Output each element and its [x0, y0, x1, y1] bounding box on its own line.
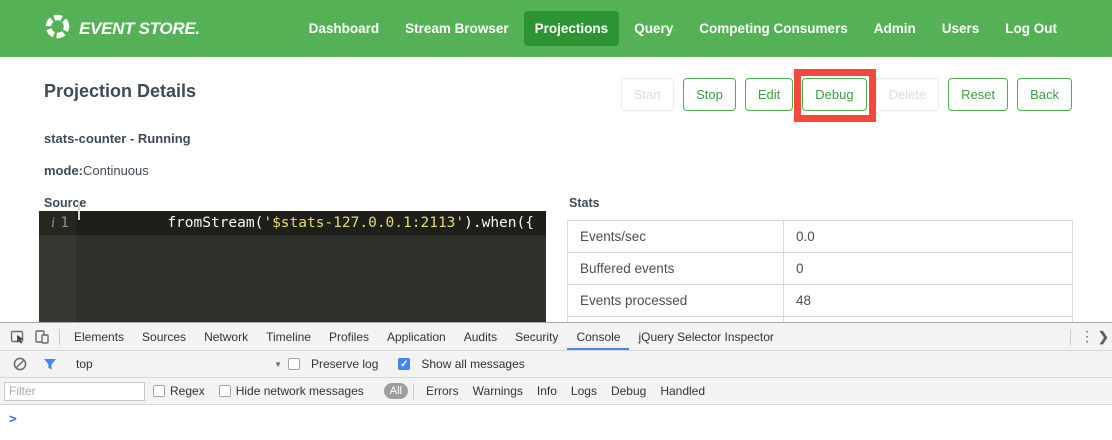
stat-value: 0.0: [784, 229, 815, 244]
stat-label: Events/sec: [568, 221, 784, 252]
hide-network-messages-label[interactable]: Hide network messages: [236, 384, 364, 398]
mode-value: Continuous: [83, 163, 149, 178]
edit-button[interactable]: Edit: [745, 78, 793, 111]
nav-projections[interactable]: Projections: [524, 11, 620, 46]
code-line-1: i 1 fromStream('$stats-127.0.0.1:2113').…: [39, 211, 546, 235]
show-all-messages-label[interactable]: Show all messages: [421, 357, 524, 371]
annotation-info-icon: i: [51, 216, 55, 231]
page-title: Projection Details: [44, 81, 196, 102]
regex-label[interactable]: Regex: [170, 384, 205, 398]
main-content: Projection Details Start Stop Edit Debug…: [0, 57, 1112, 322]
mode-label: mode:: [44, 163, 83, 178]
filter-level-logs[interactable]: Logs: [564, 384, 604, 398]
stat-value: 0: [784, 261, 804, 276]
code-line[interactable]: fromStream('$stats-127.0.0.1:2113').when…: [76, 199, 546, 247]
top-navbar: EVENT STORE. Dashboard Stream Browser Pr…: [0, 0, 1112, 57]
nav-competing-consumers[interactable]: Competing Consumers: [688, 11, 859, 46]
projection-status: stats-counter - Running: [44, 131, 191, 146]
code-token: ).when({: [464, 215, 534, 231]
console-prompt[interactable]: >: [0, 405, 1112, 440]
tab-sources[interactable]: Sources: [133, 323, 195, 350]
table-row: Events processed 48: [568, 285, 1072, 317]
nav-query[interactable]: Query: [623, 11, 684, 46]
stat-label: Events processed: [568, 285, 784, 316]
brand-text: EVENT STORE.: [79, 19, 200, 39]
filter-level-handled[interactable]: Handled: [653, 384, 712, 398]
inspect-element-icon[interactable]: [6, 326, 30, 348]
console-prompt-chevron-icon: >: [9, 412, 17, 427]
gutter-cell: i 1: [39, 211, 76, 235]
regex-checkbox[interactable]: [153, 385, 165, 397]
eventstore-ring-icon: [44, 13, 71, 45]
separator: [1070, 329, 1071, 345]
code-token-string: '$stats-127.0.0.1:2113': [263, 215, 464, 231]
clear-console-icon[interactable]: [8, 353, 32, 375]
separator: [413, 383, 414, 399]
debug-button[interactable]: Debug: [802, 78, 866, 111]
overflow-chevron-icon[interactable]: ❯: [1098, 329, 1112, 345]
nav-dashboard[interactable]: Dashboard: [298, 11, 391, 46]
show-all-messages-checkbox[interactable]: ✓: [398, 358, 410, 370]
line-number: 1: [60, 215, 69, 231]
screen: EVENT STORE. Dashboard Stream Browser Pr…: [0, 0, 1112, 440]
tabbar-right-controls: ⋮ ❯: [1065, 328, 1112, 345]
devtools-menu-icon[interactable]: ⋮: [1076, 328, 1098, 345]
tab-audits[interactable]: Audits: [455, 323, 506, 350]
hide-network-messages-checkbox[interactable]: [219, 385, 231, 397]
filter-level-warnings[interactable]: Warnings: [466, 384, 530, 398]
stats-heading: Stats: [569, 196, 600, 210]
back-button[interactable]: Back: [1017, 78, 1072, 111]
projection-mode: mode:Continuous: [44, 163, 149, 178]
table-row: Events/sec 0.0: [568, 221, 1072, 253]
tab-security[interactable]: Security: [506, 323, 567, 350]
text-cursor: [78, 201, 80, 220]
nav-users[interactable]: Users: [931, 11, 991, 46]
devtools-tabbar: Elements Sources Network Timeline Profil…: [0, 323, 1112, 351]
reset-button[interactable]: Reset: [948, 78, 1008, 111]
preserve-log-checkbox[interactable]: [288, 358, 300, 370]
stat-label: Buffered events: [568, 253, 784, 284]
tab-network[interactable]: Network: [195, 323, 257, 350]
code-token: [534, 215, 546, 231]
devtools-panel: Elements Sources Network Timeline Profil…: [0, 322, 1112, 440]
editor-gutter: [39, 235, 76, 322]
filter-funnel-icon[interactable]: [38, 353, 62, 375]
filter-level-debug[interactable]: Debug: [604, 384, 653, 398]
preserve-log-label[interactable]: Preserve log: [311, 357, 378, 371]
debug-button-wrapper: Debug: [802, 78, 866, 111]
tab-jquery-selector-inspector[interactable]: jQuery Selector Inspector: [629, 323, 782, 350]
code-token: fromStream(: [167, 215, 263, 231]
action-buttons: Start Stop Edit Debug Delete Reset Back: [621, 78, 1072, 111]
device-toolbar-icon[interactable]: [30, 326, 54, 348]
nav-items: Dashboard Stream Browser Projections Que…: [298, 11, 1068, 46]
console-toolbar: top ▼ Preserve log ✓ Show all messages: [0, 351, 1112, 378]
console-filterbar: Regex Hide network messages All Errors W…: [0, 378, 1112, 405]
filter-level-info[interactable]: Info: [530, 384, 564, 398]
execution-context-selector[interactable]: top ▼: [76, 357, 282, 371]
nav-stream-browser[interactable]: Stream Browser: [394, 11, 520, 46]
tab-elements[interactable]: Elements: [65, 323, 133, 350]
delete-button[interactable]: Delete: [876, 78, 940, 111]
stop-button[interactable]: Stop: [683, 78, 736, 111]
filter-level-errors[interactable]: Errors: [419, 384, 466, 398]
stats-table: Events/sec 0.0 Buffered events 0 Events …: [567, 220, 1073, 322]
stat-value: 48: [784, 293, 811, 308]
brand-logo[interactable]: EVENT STORE.: [44, 13, 200, 45]
tab-console[interactable]: Console: [567, 323, 629, 350]
start-button[interactable]: Start: [621, 78, 674, 111]
separator: [59, 329, 60, 345]
tab-profiles[interactable]: Profiles: [320, 323, 378, 350]
tab-application[interactable]: Application: [378, 323, 455, 350]
table-row: Buffered events 0: [568, 253, 1072, 285]
filter-input[interactable]: [4, 382, 145, 401]
nav-logout[interactable]: Log Out: [994, 11, 1068, 46]
chevron-down-icon: ▼: [274, 360, 282, 369]
source-code-editor[interactable]: i 1 fromStream('$stats-127.0.0.1:2113').…: [39, 211, 546, 322]
nav-admin[interactable]: Admin: [863, 11, 927, 46]
context-value: top: [76, 357, 93, 371]
tab-timeline[interactable]: Timeline: [257, 323, 320, 350]
filter-all-pill[interactable]: All: [384, 383, 408, 399]
